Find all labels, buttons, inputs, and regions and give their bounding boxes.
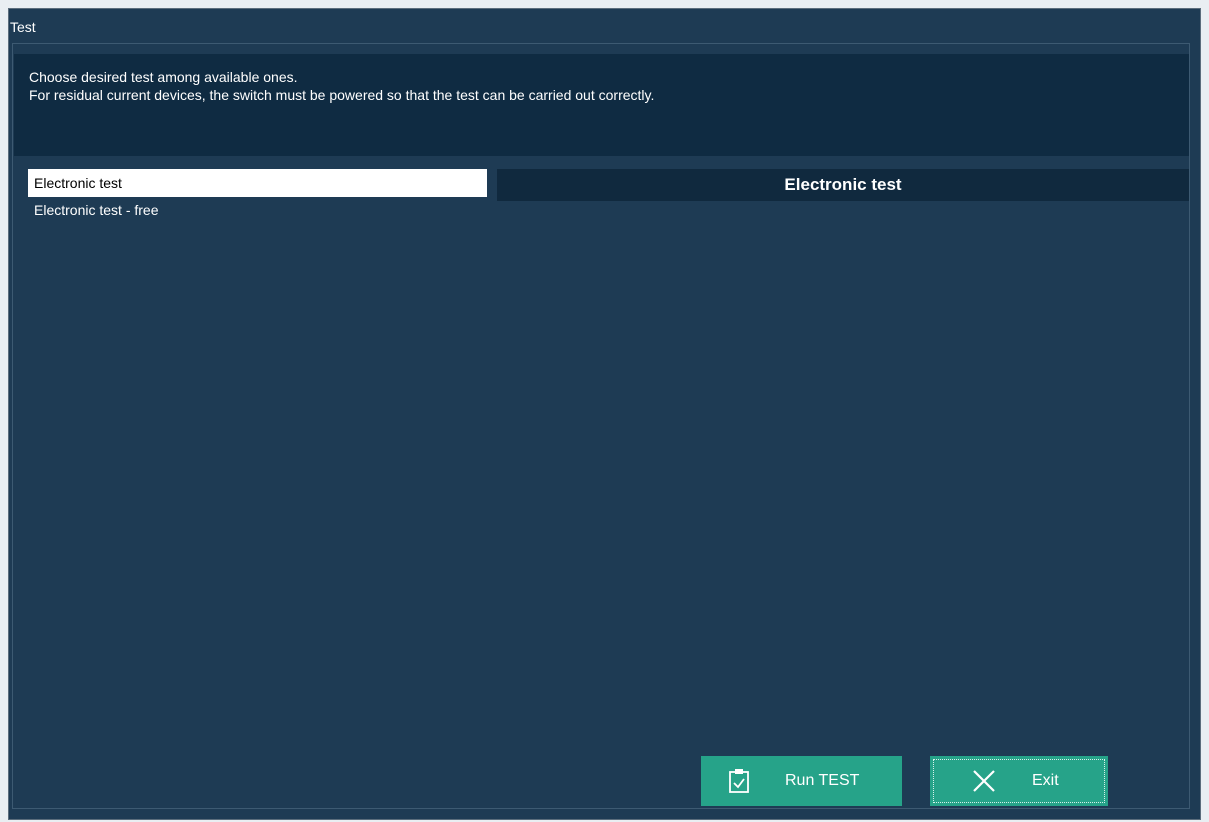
content-frame <box>12 43 1190 809</box>
run-test-label: Run TEST <box>785 772 860 789</box>
test-item-electronic-test-free[interactable]: Electronic test - free <box>28 197 487 223</box>
exit-label: Exit <box>1032 772 1059 789</box>
instructions-panel: Choose desired test among available ones… <box>14 54 1189 156</box>
test-item-electronic-test[interactable]: Electronic test <box>28 169 487 197</box>
close-icon <box>970 767 998 795</box>
clipboard-check-icon <box>727 767 751 795</box>
test-list: Electronic test Electronic test - free <box>28 169 487 223</box>
test-detail-title: Electronic test <box>497 169 1189 201</box>
run-test-button[interactable]: Run TEST <box>701 756 902 806</box>
instructions-line-2: For residual current devices, the switch… <box>29 87 655 103</box>
exit-button[interactable]: Exit <box>930 756 1108 806</box>
instructions-line-1: Choose desired test among available ones… <box>29 69 298 85</box>
window-title: Test <box>10 19 36 35</box>
